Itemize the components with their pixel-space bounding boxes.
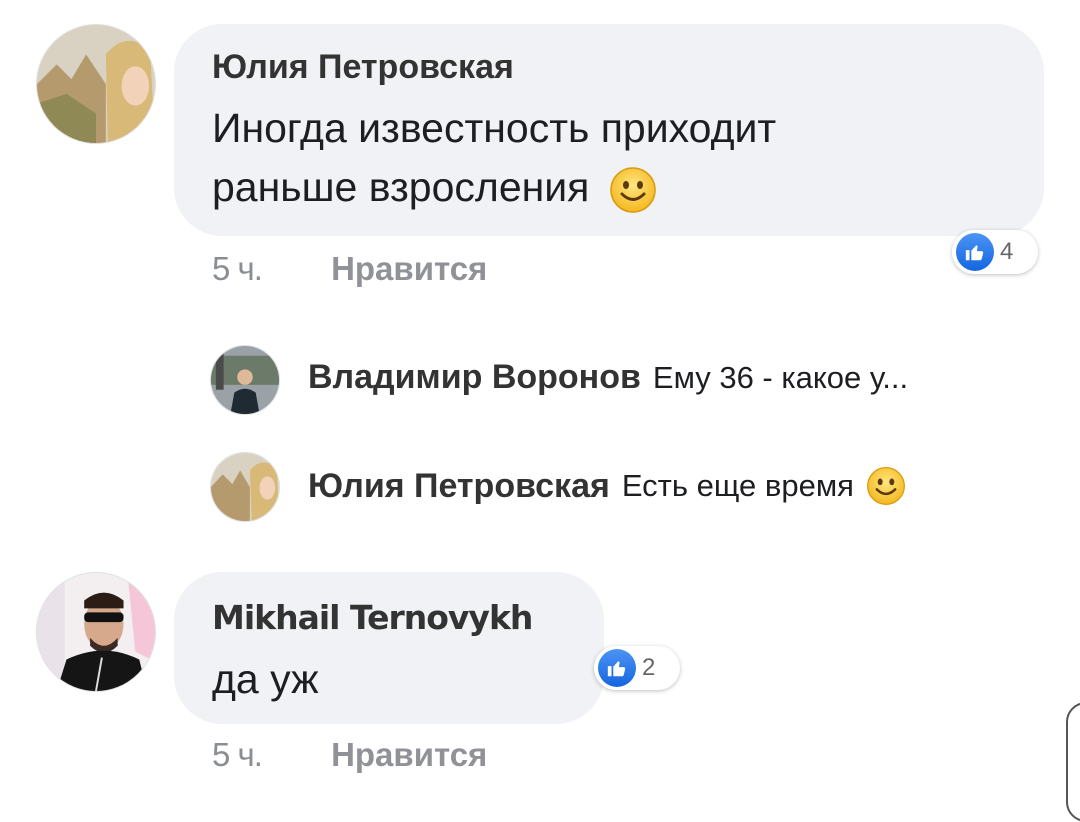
reply-text[interactable]: Ему 36 - какое у... bbox=[653, 360, 908, 396]
reply-author[interactable]: Юлия Петровская bbox=[308, 467, 610, 506]
like-button[interactable]: Нравится bbox=[331, 250, 487, 287]
comment-author[interactable]: Mikhail Ternovykh bbox=[212, 598, 533, 637]
scroll-handle[interactable] bbox=[1066, 702, 1080, 822]
comment-author[interactable]: Юлия Петровская bbox=[212, 48, 514, 87]
comment-text-line1: Иногда известность приходит bbox=[212, 105, 777, 151]
reply-yulia: Юлия Петровская Есть еще время bbox=[308, 466, 906, 506]
reaction-counter[interactable]: 2 bbox=[594, 646, 680, 690]
comment-meta: 5 ч. Нравится bbox=[212, 736, 487, 774]
reply-text[interactable]: Есть еще время bbox=[622, 468, 854, 504]
smile-emoji-icon bbox=[866, 466, 906, 506]
thumbs-up-icon bbox=[956, 233, 994, 271]
reaction-counter[interactable]: 4 bbox=[952, 230, 1038, 274]
like-button[interactable]: Нравится bbox=[331, 736, 487, 773]
comment-time[interactable]: 5 ч. bbox=[212, 250, 263, 287]
avatar-yulia-reply[interactable] bbox=[210, 452, 280, 522]
reaction-count: 4 bbox=[1000, 238, 1014, 265]
smile-emoji-icon bbox=[609, 166, 657, 214]
avatar-vladimir[interactable] bbox=[210, 345, 280, 415]
comment-text-line2-label: раньше взросления bbox=[212, 164, 590, 210]
reply-author[interactable]: Владимир Воронов bbox=[308, 358, 641, 397]
avatar-yulia[interactable] bbox=[36, 24, 156, 144]
thumbs-up-icon bbox=[598, 649, 636, 687]
comment-meta: 5 ч. Нравится bbox=[212, 250, 487, 288]
reaction-count: 2 bbox=[642, 654, 656, 681]
reply-vladimir: Владимир Воронов Ему 36 - какое у... bbox=[308, 358, 908, 397]
comment-text-line2: раньше взросления bbox=[212, 158, 657, 216]
avatar-mikhail[interactable] bbox=[36, 572, 156, 692]
comment-time[interactable]: 5 ч. bbox=[212, 736, 263, 773]
comment-text: да уж bbox=[212, 656, 319, 702]
